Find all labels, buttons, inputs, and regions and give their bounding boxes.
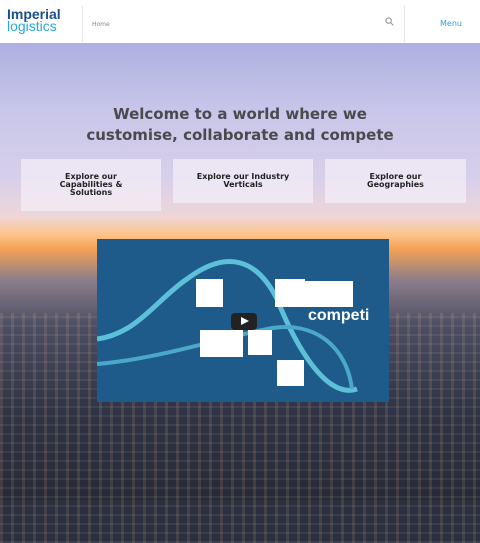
logo-line2: logistics (7, 18, 57, 34)
card-label: Geographies (367, 180, 424, 189)
video-shape (275, 279, 305, 307)
video-shape (248, 330, 272, 355)
video-shape (277, 360, 304, 386)
card-label: Verticals (223, 180, 263, 189)
hero-title-line2: customise, collaborate and compete (86, 126, 394, 144)
site-header: Imperial logistics Home Menu (0, 0, 480, 43)
hero-title: Welcome to a world where we customise, c… (0, 104, 480, 146)
card-label: Solutions (69, 188, 113, 197)
play-button[interactable] (231, 313, 257, 330)
breadcrumb-home[interactable]: Home (92, 21, 110, 28)
video-shape (200, 330, 243, 357)
divider (404, 6, 405, 42)
logo[interactable]: Imperial logistics (7, 7, 61, 34)
divider (82, 6, 83, 42)
capabilities-card[interactable]: Explore our Capabilities & Solutions (21, 159, 161, 211)
search-icon[interactable] (385, 17, 394, 26)
geographies-card[interactable]: Explore our Geographies (325, 159, 466, 203)
hero-title-line1: Welcome to a world where we (113, 105, 367, 123)
video-shape (305, 281, 353, 307)
video-shape (196, 279, 223, 307)
video-overlay-text: competi (308, 307, 370, 324)
industry-verticals-card[interactable]: Explore our Industry Verticals (173, 159, 313, 203)
menu-button[interactable]: Menu (440, 19, 462, 28)
